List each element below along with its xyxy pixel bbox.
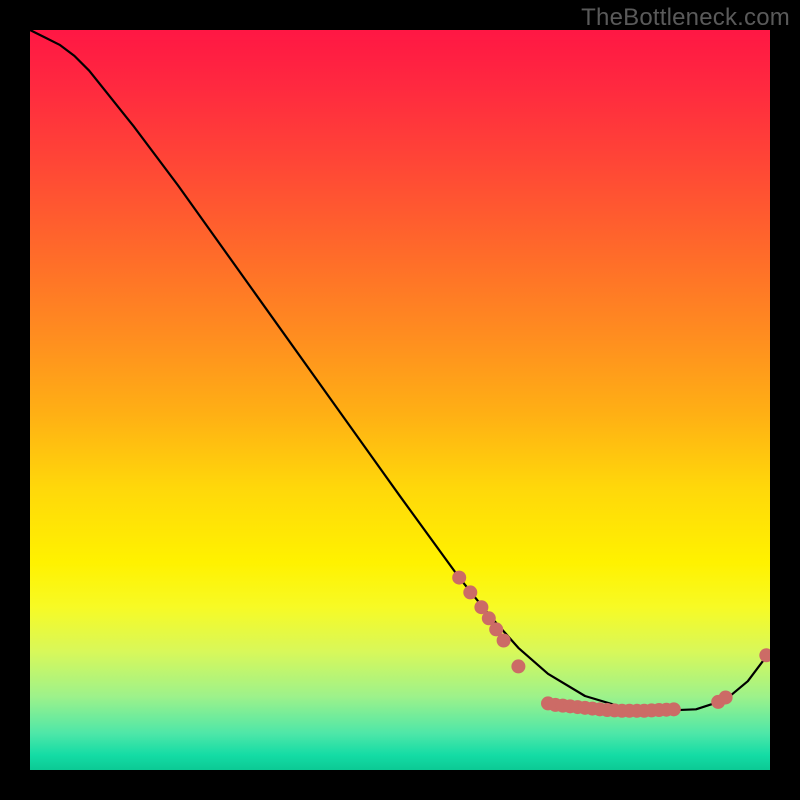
bottleneck-curve [30,30,770,711]
marker-point [452,571,466,585]
marker-point [463,585,477,599]
marker-point [759,648,770,662]
marker-point [511,659,525,673]
plot-area [30,30,770,770]
marker-point [497,634,511,648]
chart-overlay [30,30,770,770]
watermark-text: TheBottleneck.com [581,4,790,32]
marker-point [719,690,733,704]
marker-point [667,702,681,716]
chart-frame: TheBottleneck.com [0,0,800,800]
marker-group [452,571,770,718]
